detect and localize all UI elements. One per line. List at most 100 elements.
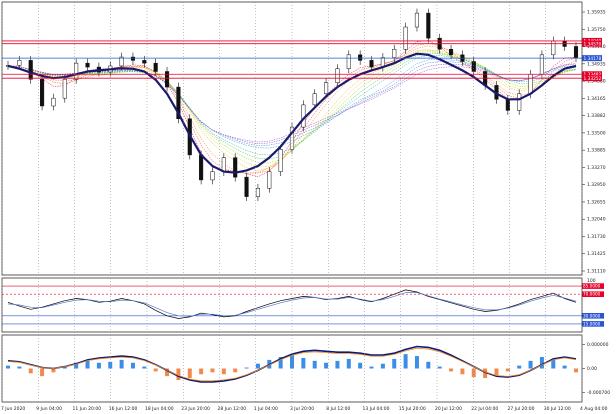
- candle-body: [539, 54, 544, 75]
- x-axis: 7 Jun 2020 9 Jun 04:00 11 Jun 20:00 16 Jun …: [1, 406, 608, 412]
- candle-body: [369, 60, 374, 68]
- candle-body: [28, 60, 33, 80]
- x-tick-label: 27 Jul 20:00: [508, 406, 535, 412]
- x-tick-label: 16 Jun 12:00: [109, 406, 138, 412]
- macd-histogram-bar: [335, 360, 340, 369]
- candle-body: [426, 12, 431, 39]
- candle-body: [505, 99, 510, 111]
- y-tick-label: 1.32950: [587, 182, 606, 188]
- x-tick-label: 1 Jul 04:00: [254, 406, 278, 412]
- x-tick-label: 15 Jul 20:00: [399, 406, 426, 412]
- x-tick-label: 18 Jun 04:00: [145, 406, 174, 412]
- macd-histogram-bar: [40, 368, 45, 377]
- candle-body: [164, 71, 170, 88]
- macd-histogram-bar: [210, 368, 215, 373]
- macd-histogram-bar: [505, 368, 510, 372]
- y-tick-label: 1.33270: [587, 165, 606, 171]
- candle-body: [448, 49, 454, 56]
- y-tick-label: -0.000700: [587, 390, 610, 396]
- y-tick-label: 0.00: [587, 366, 597, 372]
- macd-histogram-bar: [403, 354, 408, 369]
- y-tick-label: 1.32040: [587, 217, 606, 223]
- candle-body: [233, 157, 238, 178]
- candle-body: [278, 149, 283, 172]
- macd-histogram-bar: [28, 368, 33, 374]
- macd-histogram-bar: [460, 368, 465, 375]
- y-tick-label: 1.35750: [587, 27, 606, 33]
- candle-body: [312, 93, 317, 106]
- candle-body: [324, 82, 329, 94]
- macd-histogram-bar: [17, 366, 22, 369]
- candle-body: [517, 93, 522, 111]
- rsi-level-label: 85.0000: [583, 284, 601, 289]
- y-tick-label: 1.31730: [587, 234, 606, 240]
- candle-body: [358, 54, 363, 61]
- x-tick-label: 9 Jun 04:00: [36, 406, 62, 412]
- y-tick-label: 1.32655: [587, 199, 606, 205]
- candle-body: [573, 46, 579, 58]
- y-tick-label: 1.33882: [587, 113, 606, 119]
- macd-histogram-bar: [392, 358, 397, 369]
- rsi-level-label: 15.0000: [583, 321, 601, 326]
- x-tick-label: 23 Jun 20:00: [181, 406, 210, 412]
- macd-histogram-bar: [324, 362, 329, 369]
- macd-histogram-bar: [369, 366, 374, 369]
- y-tick-label: 1.33885: [587, 148, 606, 154]
- x-tick-label: 7 Jun 2020: [1, 406, 25, 412]
- y-tick-label: 1.34935: [587, 61, 606, 67]
- y-tick-label: 1.35935: [587, 10, 606, 16]
- macd-histogram-bar: [6, 365, 10, 369]
- candle-body: [528, 74, 533, 94]
- rsi-level-label: 30.0000: [583, 313, 601, 318]
- macd-histogram-bar: [233, 368, 238, 373]
- macd-histogram-bar: [96, 362, 101, 369]
- rsi-level-label: 70.0000: [583, 292, 601, 297]
- candle-body: [40, 79, 45, 107]
- macd-histogram-bar: [130, 362, 135, 369]
- candle-body: [142, 60, 147, 64]
- rsi-panel: 10085.000070.000030.000015.0000: [2, 278, 604, 327]
- macd-histogram-bar: [449, 368, 454, 372]
- macd-histogram-bar: [108, 361, 113, 369]
- macd-histogram-bar: [142, 366, 147, 369]
- price-tag-label: 1.34570: [584, 41, 602, 47]
- x-tick-label: 13 Jul 04:00: [363, 406, 390, 412]
- macd-histogram-bar: [539, 357, 544, 369]
- macd-histogram-bar: [380, 363, 385, 369]
- macd-histogram-bar: [562, 365, 567, 369]
- y-tick-label: 1.31425: [587, 251, 606, 257]
- y-tick-label: 0.000000: [587, 342, 609, 348]
- macd-histogram-bar: [301, 357, 306, 369]
- macd-histogram-bar: [494, 368, 499, 376]
- macd-histogram-bar: [528, 360, 533, 369]
- x-tick-label: 8 Jul 12:00: [326, 406, 350, 412]
- macd-histogram-bar: [187, 368, 192, 379]
- candle-body: [199, 154, 204, 181]
- candle-body: [210, 171, 215, 181]
- y-tick-label: 1.31110: [587, 269, 606, 275]
- macd-histogram-bar: [85, 360, 90, 369]
- x-tick-label: 3 Jul 20:00: [290, 406, 314, 412]
- macd-histogram-bar: [255, 363, 260, 369]
- macd-histogram-bar: [199, 368, 204, 375]
- macd-histogram-bar: [221, 368, 226, 375]
- main-price-panel: 1.359351.357501.351401.349351.348801.341…: [2, 8, 606, 275]
- candle-body: [153, 62, 158, 72]
- macd-histogram-bar: [426, 361, 431, 369]
- macd-histogram-bar: [176, 368, 181, 380]
- candle-body: [130, 56, 136, 61]
- x-tick-label: 4 Aug 04:00: [580, 406, 608, 412]
- ma-ribbon-line: [7, 40, 577, 177]
- macd-panel: 0.000000 0.00 -0.000700: [6, 342, 610, 396]
- candle-body: [267, 171, 272, 189]
- macd-histogram-bar: [517, 365, 522, 369]
- x-tick-label: 20 Jul 12:00: [435, 406, 462, 412]
- candle-body: [17, 60, 22, 66]
- x-tick-label: 11 Jun 20:00: [73, 406, 102, 412]
- macd-histogram-bar: [346, 358, 351, 369]
- candle-body: [346, 54, 351, 69]
- macd-histogram-bar: [471, 368, 476, 378]
- candle-body: [471, 61, 476, 72]
- candle-body: [51, 97, 56, 107]
- candle-body: [255, 188, 260, 197]
